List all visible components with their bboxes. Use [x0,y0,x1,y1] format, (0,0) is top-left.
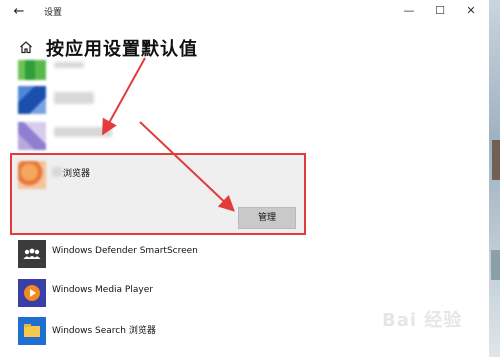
app-name: 浏览器 [63,169,91,179]
people-icon [23,248,41,259]
app-entry-2[interactable] [12,80,292,120]
manage-button[interactable]: 管理 [238,207,296,229]
app-entry-media-player[interactable]: Windows Media Player [12,273,292,313]
settings-window: ← 设置 — ☐ ✕ 按应用设置默认值 浏览器 管理 Windows Defen… [0,0,489,357]
blurred-app-name [54,127,112,137]
app-entry-3[interactable] [12,116,292,156]
title-bar: ← 设置 — ☐ ✕ [0,0,489,24]
defender-app-icon [18,240,46,268]
app-name: Windows Search 浏览器 [52,326,156,336]
app-name: Windows Defender SmartScreen [52,246,198,256]
browser-app-icon [18,161,46,189]
blurred-app-name-prefix [52,167,62,177]
app-name: Windows Media Player [52,285,153,295]
blurred-app-name [54,92,94,104]
background-window-edge [489,0,500,357]
maximize-button[interactable]: ☐ [427,2,453,20]
app-entry-defender[interactable]: Windows Defender SmartScreen [12,234,292,274]
app-entry-search[interactable]: Windows Search 浏览器 [12,311,292,351]
app-tile-icon [18,60,46,80]
app-tile-icon [18,122,46,150]
app-tile-icon [18,86,46,114]
folder-icon [24,324,40,337]
close-button[interactable]: ✕ [458,2,484,20]
baidu-watermark: Bai 经验 [382,310,463,331]
search-app-icon [18,317,46,345]
blurred-app-name [54,62,84,68]
window-title: 设置 [44,8,63,18]
back-arrow-icon[interactable]: ← [10,3,28,21]
media-player-app-icon [18,279,46,307]
play-icon [24,285,40,301]
app-entry-browser[interactable]: 浏览器 [12,155,292,195]
minimize-button[interactable]: — [396,2,422,20]
